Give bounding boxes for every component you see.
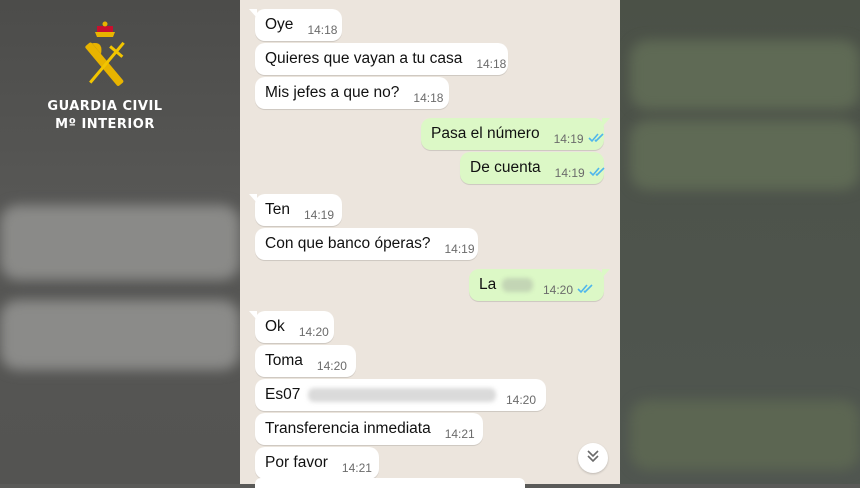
redacted-bank-name [502, 278, 533, 292]
message-text: Toma [265, 352, 303, 369]
message-time: 14:19 [553, 132, 584, 146]
message-incoming: Con que banco óperas? 14:19 [255, 228, 478, 260]
message-text: Con que banco óperas? [265, 235, 431, 252]
message-incoming: Oye 14:18 [249, 9, 342, 41]
logo-subtitle: Mº INTERIOR [55, 117, 155, 132]
message-text: Quieres que vayan a tu casa [265, 50, 463, 67]
message-time: 14:20 [505, 393, 536, 407]
message-text: La [479, 276, 497, 293]
logo-title: GUARDIA CIVIL [47, 99, 163, 114]
message-time: 14:21 [444, 427, 475, 441]
message-incoming: Toma 14:20 [255, 345, 356, 377]
guardia-civil-logo: GUARDIA CIVIL Mº INTERIOR [40, 20, 170, 140]
message-incoming: Ok 14:20 [249, 311, 334, 343]
message-time: 14:20 [542, 283, 573, 297]
double-check-icon [577, 281, 594, 299]
message-outgoing: De cuenta 14:19 [460, 152, 606, 184]
message-time: 14:19 [444, 242, 475, 256]
message-time: 14:18 [413, 91, 444, 105]
scroll-to-bottom-button[interactable] [578, 443, 608, 473]
chevron-double-down-icon [586, 449, 600, 468]
message-text: Ok [265, 318, 285, 335]
message-time: 14:20 [298, 325, 329, 339]
message-text: De cuenta [470, 159, 541, 176]
message-text: Transferencia inmediata [265, 420, 431, 437]
message-outgoing: Pasa el número 14:19 [421, 118, 610, 150]
message-outgoing: La 14:20 [469, 269, 610, 301]
redacted-account-number [308, 388, 496, 402]
blurred-shape [0, 205, 240, 280]
message-text: Por favor [265, 454, 328, 471]
message-incoming: Transferencia inmediata 14:21 [255, 413, 483, 445]
double-check-icon [589, 164, 606, 182]
message-incoming: Ten 14:19 [249, 194, 342, 226]
message-text: Mis jefes a que no? [265, 84, 400, 101]
message-incoming: Mis jefes a que no? 14:18 [255, 77, 449, 109]
message-time: 14:19 [554, 166, 585, 180]
message-time: 14:20 [316, 359, 347, 373]
message-text: Pasa el número [431, 125, 540, 142]
message-time: 14:19 [304, 208, 335, 222]
double-check-icon [588, 130, 605, 148]
message-text: Oye [265, 16, 294, 33]
blurred-shape [630, 400, 860, 470]
message-incoming: Por favor 14:21 [255, 447, 379, 479]
blurred-shape [630, 40, 860, 110]
message-time: 14:18 [307, 23, 338, 37]
emblem-icon [85, 21, 125, 86]
message-incoming: Es07 14:20 [255, 379, 546, 411]
message-text: Ten [265, 201, 290, 218]
message-time: 14:18 [476, 57, 507, 71]
blurred-shape [630, 120, 860, 190]
message-incoming: Quieres que vayan a tu casa 14:18 [255, 43, 508, 75]
next-message-partial [255, 478, 525, 488]
blurred-shape [0, 300, 240, 370]
message-time: 14:21 [341, 461, 372, 475]
message-text: Es07 [265, 386, 301, 403]
